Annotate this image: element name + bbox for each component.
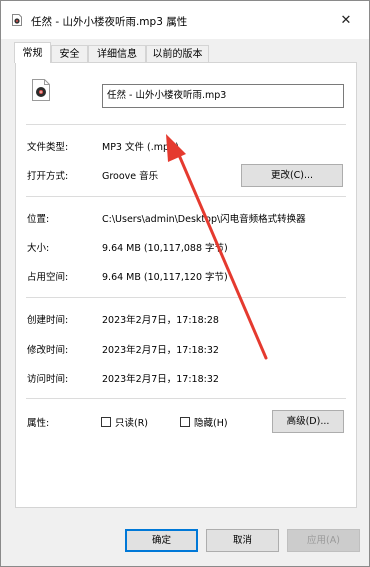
window-title: 任然 - 山外小楼夜听雨.mp3 属性 — [31, 16, 188, 28]
size-label: 大小: — [27, 243, 50, 254]
close-icon: ✕ — [340, 12, 352, 28]
change-button[interactable]: 更改(C)... — [241, 164, 343, 187]
open-with-value: Groove 音乐 — [102, 171, 159, 182]
tab-general[interactable]: 常规 — [14, 42, 51, 63]
size-value: 9.64 MB (10,117,088 字节) — [102, 243, 228, 254]
cancel-button[interactable]: 取消 — [206, 529, 279, 552]
file-name-field[interactable]: 任然 - 山外小楼夜听雨.mp3 — [102, 84, 344, 108]
open-with-label: 打开方式: — [27, 171, 69, 182]
attributes-label: 属性: — [27, 418, 50, 429]
readonly-label[interactable]: 只读(R) — [115, 415, 148, 429]
file-type-icon — [32, 79, 50, 101]
advanced-button[interactable]: 高级(D)... — [272, 410, 344, 433]
file-type-label: 文件类型: — [27, 142, 69, 153]
location-label: 位置: — [27, 214, 50, 225]
tab-details[interactable]: 详细信息 — [88, 45, 146, 62]
mp3-file-icon — [12, 14, 22, 26]
accessed-value: 2023年2月7日，17:18:32 — [102, 374, 219, 385]
size-on-disk-label: 占用空间: — [27, 272, 69, 283]
apply-button[interactable]: 应用(A) — [287, 529, 360, 552]
properties-dialog: 任然 - 山外小楼夜听雨.mp3 属性 ✕ 常规 安全 详细信息 以前的版本 任… — [0, 0, 370, 567]
readonly-checkbox[interactable] — [101, 417, 111, 427]
accessed-label: 访问时间: — [27, 374, 69, 385]
separator — [26, 196, 346, 197]
tab-security[interactable]: 安全 — [51, 45, 88, 62]
hidden-label[interactable]: 隐藏(H) — [194, 415, 228, 429]
tab-previous-versions[interactable]: 以前的版本 — [146, 45, 209, 62]
separator — [26, 398, 346, 399]
file-type-value: MP3 文件 (.mp3) — [102, 142, 179, 153]
ok-button[interactable]: 确定 — [125, 529, 198, 552]
location-value: C:\Users\admin\Desktop\闪电音频格式转换器 — [102, 214, 306, 225]
title-bar: 任然 - 山外小楼夜听雨.mp3 属性 ✕ — [1, 1, 369, 39]
size-on-disk-value: 9.64 MB (10,117,120 字节) — [102, 272, 228, 283]
created-value: 2023年2月7日，17:18:28 — [102, 315, 219, 326]
modified-label: 修改时间: — [27, 345, 69, 356]
created-label: 创建时间: — [27, 315, 69, 326]
hidden-checkbox[interactable] — [180, 417, 190, 427]
close-button[interactable]: ✕ — [323, 1, 369, 39]
separator — [26, 124, 346, 125]
modified-value: 2023年2月7日，17:18:32 — [102, 345, 219, 356]
general-panel: 任然 - 山外小楼夜听雨.mp3 文件类型: MP3 文件 (.mp3) 打开方… — [15, 62, 357, 508]
separator — [26, 297, 346, 298]
